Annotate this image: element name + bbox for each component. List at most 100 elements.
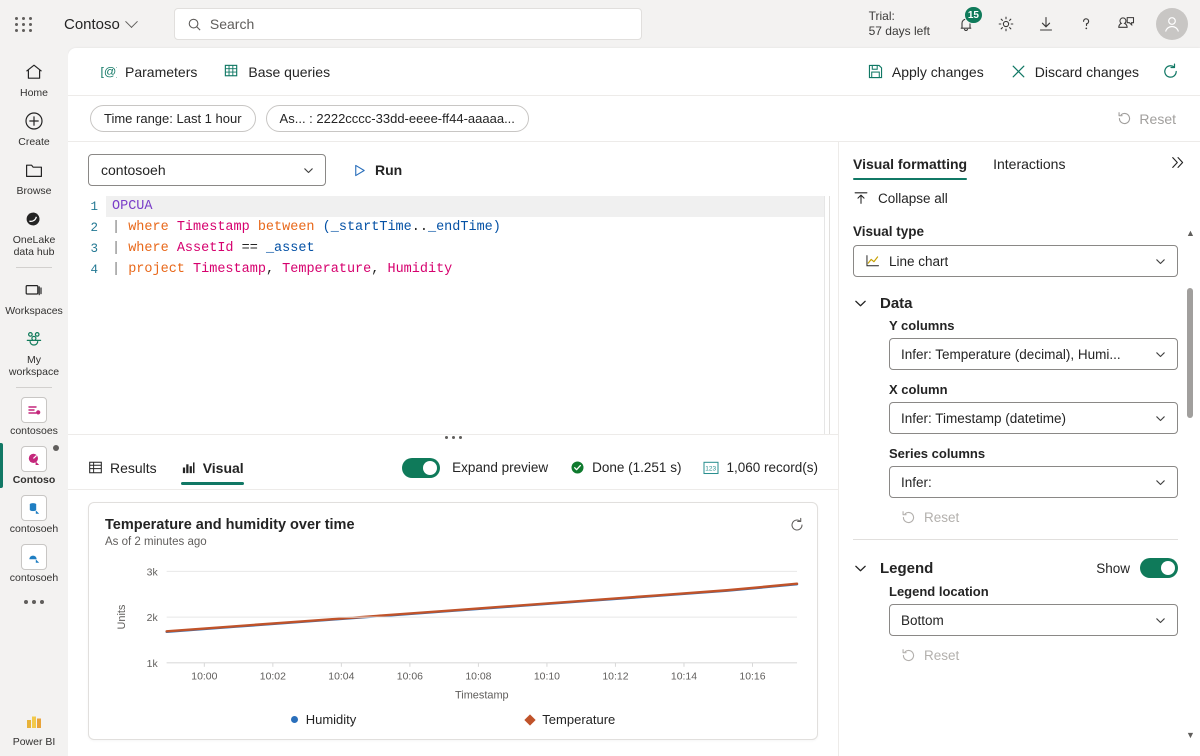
sidebar-label: contosoes <box>10 425 58 437</box>
tab-visual-formatting[interactable]: Visual formatting <box>853 142 968 186</box>
refresh-button[interactable] <box>1155 56 1186 87</box>
settings-button[interactable] <box>988 6 1024 42</box>
legend-item-humidity[interactable]: Humidity <box>290 712 356 727</box>
sidebar-item-contosoeh-kql-queryset[interactable]: contosoeh <box>0 539 68 588</box>
time-range-pill[interactable]: Time range: Last 1 hour <box>90 105 256 132</box>
code-text: | where AssetId == _asset <box>106 238 838 259</box>
chart-refresh-button[interactable] <box>789 517 805 538</box>
x-tick-label: 10:16 <box>739 672 765 683</box>
y-columns-dropdown[interactable]: Infer: Temperature (decimal), Humi... <box>889 338 1178 370</box>
code-token: .. <box>411 220 428 235</box>
code-line[interactable]: 2 | where Timestamp between (_startTime..… <box>68 217 838 238</box>
apply-changes-button[interactable]: Apply changes <box>857 57 994 86</box>
query-toolbar: contosoeh Run <box>68 142 838 196</box>
tab-interactions[interactable]: Interactions <box>993 142 1065 186</box>
global-search-input[interactable]: Search <box>173 8 642 40</box>
code-line[interactable]: 1 OPCUA <box>68 196 838 217</box>
scroll-down-arrow[interactable]: ▼ <box>1186 730 1195 740</box>
sidebar-item-create[interactable]: Create <box>0 103 68 152</box>
legend-reset-button[interactable]: Reset <box>901 648 1178 663</box>
x-column-dropdown[interactable]: Infer: Timestamp (datetime) <box>889 402 1178 434</box>
code-line[interactable]: 4 | project Timestamp, Temperature, Humid… <box>68 259 838 280</box>
editor-vertical-scrollbar[interactable] <box>824 196 838 434</box>
collapse-panel-button[interactable] <box>1169 154 1186 175</box>
feedback-button[interactable] <box>1108 6 1144 42</box>
sidebar-item-my-workspace[interactable]: My workspace <box>0 321 68 382</box>
collapse-all-button[interactable]: Collapse all <box>839 186 1200 216</box>
help-button[interactable] <box>1068 6 1104 42</box>
sidebar-item-contosoeh-kql-database[interactable]: contosoeh <box>0 490 68 539</box>
panel-scrollbar[interactable]: ▲ ▼ <box>1186 228 1195 740</box>
base-queries-button[interactable]: Base queries <box>213 57 340 86</box>
chart-icon <box>182 462 195 474</box>
legend-item-temperature[interactable]: Temperature <box>524 712 615 727</box>
chevron-down-icon <box>1156 258 1165 264</box>
code-token: Temperature <box>282 262 372 277</box>
legend-group-header[interactable]: Legend Show <box>853 558 1178 578</box>
series-columns-dropdown[interactable]: Infer: <box>889 466 1178 498</box>
downloads-button[interactable] <box>1028 6 1064 42</box>
chevron-down-icon <box>1156 415 1165 421</box>
x-tick-label: 10:14 <box>671 672 697 683</box>
sidebar-item-contosoes[interactable]: contosoes <box>0 392 68 441</box>
sidebar-item-onelake-data-hub[interactable]: OneLake data hub <box>0 201 68 262</box>
notifications-button[interactable]: 15 <box>948 6 984 42</box>
data-group-header[interactable]: Data <box>853 295 1178 312</box>
results-status-group: Expand preview Done (1.251 s) 123 1,060 … <box>402 457 818 478</box>
rail-more-button[interactable] <box>24 600 44 604</box>
line-number: 3 <box>90 241 98 256</box>
legend-location-field: Legend location Bottom Reset <box>889 584 1178 663</box>
tab-results[interactable]: Results <box>88 446 157 490</box>
data-reset-button[interactable]: Reset <box>901 510 1178 525</box>
database-selector[interactable]: contosoeh <box>88 154 326 186</box>
collapse-all-label: Collapse all <box>878 190 948 206</box>
x-column-label: X column <box>889 382 948 397</box>
code-text: OPCUA <box>106 196 838 217</box>
pane-splitter-handle[interactable] <box>68 434 838 446</box>
panel-body: Visual type Line chart Data Y columns In… <box>839 216 1200 756</box>
visual-type-dropdown[interactable]: Line chart <box>853 245 1178 277</box>
query-pane: contosoeh Run 1 OPCUA 2 | where Timestam… <box>68 142 838 756</box>
close-icon <box>1012 65 1025 78</box>
chevron-down-icon <box>1156 617 1165 623</box>
legend-show-label: Show <box>1096 560 1130 576</box>
results-tabs-bar: Results Visual Expand preview Done (1.25… <box>68 446 838 490</box>
sidebar-item-workspaces[interactable]: Workspaces <box>0 272 68 321</box>
sidebar-item-home[interactable]: Home <box>0 54 68 103</box>
brand-label: Contoso <box>64 15 120 33</box>
scroll-up-arrow[interactable]: ▲ <box>1186 228 1195 238</box>
app-launcher-button[interactable] <box>0 0 48 48</box>
sidebar-item-power-bi[interactable]: Power BI <box>0 703 68 756</box>
waffle-icon <box>15 16 33 32</box>
code-lines: 1 OPCUA 2 | where Timestamp between (_start… <box>68 196 838 280</box>
search-placeholder-text: Search <box>209 16 255 32</box>
x-tick-label: 10:02 <box>260 672 286 683</box>
parameters-button[interactable]: [@] Parameters <box>90 57 207 86</box>
kql-code-editor[interactable]: 1 OPCUA 2 | where Timestamp between (_start… <box>68 196 838 434</box>
sidebar-label: Contoso <box>12 474 56 486</box>
rail-divider <box>16 267 52 268</box>
code-token: ( <box>322 220 331 235</box>
code-token: project <box>128 262 194 277</box>
sidebar-label: Home <box>19 87 48 99</box>
sidebar-item-contoso-eventhouse[interactable]: Contoso <box>0 441 68 490</box>
command-bar: [@] Parameters Base queries <box>68 48 1200 96</box>
sidebar-item-browse[interactable]: Browse <box>0 152 68 201</box>
scroll-thumb[interactable] <box>1187 288 1193 418</box>
user-avatar[interactable] <box>1156 8 1188 40</box>
asset-filter-pill[interactable]: As... : 2222cccc-33dd-eeee-ff44-aaaaa... <box>265 105 529 132</box>
legend-show-toggle[interactable] <box>1140 558 1178 578</box>
legend-location-dropdown[interactable]: Bottom <box>889 604 1178 636</box>
code-token: | <box>112 262 129 277</box>
code-line[interactable]: 3 | where AssetId == _asset <box>68 238 838 259</box>
tab-visual[interactable]: Visual <box>180 446 244 490</box>
expand-preview-toggle[interactable] <box>402 457 441 478</box>
expand-preview-label: Expand preview <box>452 460 549 475</box>
discard-changes-button[interactable]: Discard changes <box>1000 57 1149 86</box>
legend-show-control: Show <box>1096 558 1178 578</box>
record-count-label: 1,060 record(s) <box>726 460 818 475</box>
rail-divider <box>16 387 52 388</box>
filter-reset-button[interactable]: Reset <box>1107 106 1186 132</box>
brand-workspace-switcher[interactable]: Contoso <box>56 12 144 37</box>
run-query-button[interactable]: Run <box>344 157 410 183</box>
